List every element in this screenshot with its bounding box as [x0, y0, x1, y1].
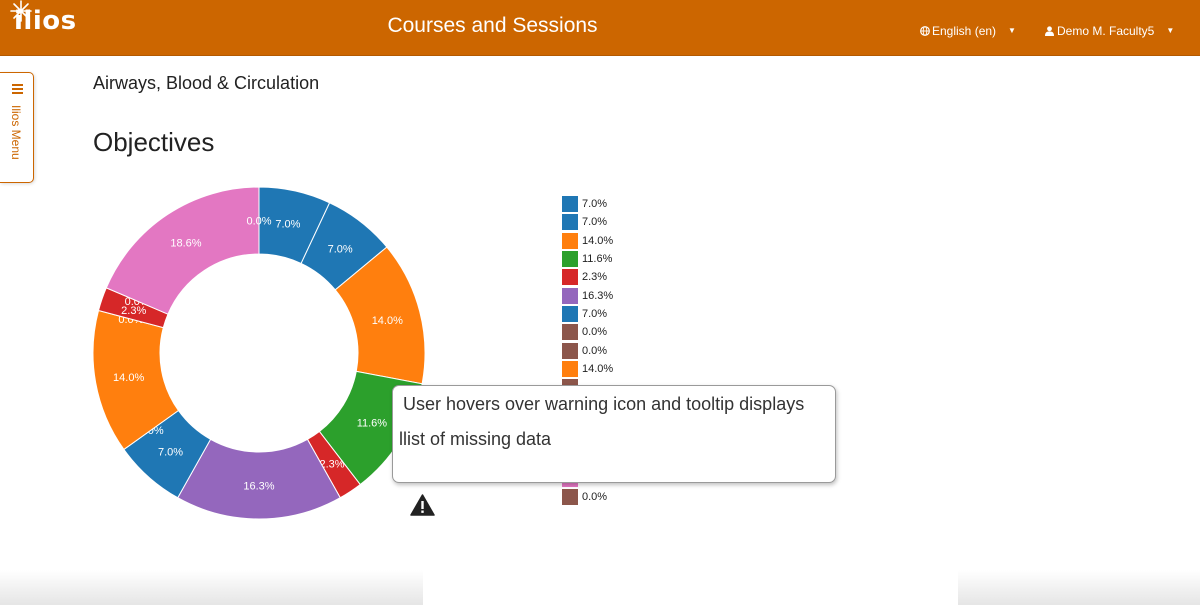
- legend-item: 0.0%: [562, 488, 613, 506]
- legend-swatch: [562, 269, 578, 286]
- legend-swatch: [562, 251, 578, 268]
- slice-label: 14.0%: [113, 372, 144, 384]
- legend-swatch: [562, 232, 578, 249]
- legend-label: 0.0%: [582, 490, 608, 503]
- slice-label: 16.3%: [243, 481, 274, 493]
- slice-label: 14.0%: [372, 315, 403, 327]
- callout-line-1: User hovers over warning icon and toolti…: [403, 394, 805, 414]
- slice-label: 7.0%: [158, 447, 183, 459]
- legend-item: 0.0%: [562, 323, 613, 341]
- legend-item: 7.0%: [562, 213, 613, 231]
- legend-item: 16.3%: [562, 286, 613, 304]
- callout-line-2: llist of missing data: [399, 429, 552, 449]
- warning-icon[interactable]: [410, 494, 435, 516]
- legend-item: 7.0%: [562, 305, 613, 323]
- legend-item: 7.0%: [562, 195, 613, 213]
- legend-swatch: [562, 196, 578, 213]
- legend-swatch: [562, 324, 578, 341]
- legend-item: 0.0%: [562, 341, 613, 359]
- legend-item: 14.0%: [562, 232, 613, 250]
- legend-item: 14.0%: [562, 360, 613, 378]
- legend-label: 7.0%: [582, 216, 608, 229]
- legend-label: 7.0%: [582, 307, 608, 320]
- legend-label: 11.6%: [582, 253, 613, 266]
- slice-label: 11.6%: [357, 417, 388, 429]
- legend-label: 0.0%: [582, 344, 608, 357]
- slice-label: 7.0%: [328, 243, 353, 255]
- slice-label: 18.6%: [170, 237, 201, 249]
- legend-label: 16.3%: [582, 289, 614, 302]
- legend-swatch: [562, 488, 578, 505]
- legend-label: 14.0%: [582, 362, 614, 375]
- legend-swatch: [562, 360, 578, 377]
- legend-swatch: [562, 342, 578, 359]
- legend-item: 11.6%: [562, 250, 613, 268]
- bottom-shadow: [0, 570, 423, 605]
- donut-slice[interactable]: [105, 186, 260, 315]
- legend-label: 14.0%: [582, 234, 614, 247]
- bottom-shadow: [958, 570, 1200, 605]
- legend-item: 2.3%: [562, 268, 613, 286]
- legend-swatch: [562, 305, 578, 322]
- legend-swatch: [562, 287, 578, 304]
- legend-label: 0.0%: [582, 326, 608, 339]
- legend-label: 7.0%: [582, 198, 608, 211]
- legend-label: 2.3%: [582, 271, 608, 284]
- slice-label: 7.0%: [275, 219, 300, 231]
- slice-label: 0.0%: [246, 216, 271, 228]
- annotation-callout: User hovers over warning icon and toolti…: [392, 385, 836, 483]
- legend-swatch: [562, 214, 578, 231]
